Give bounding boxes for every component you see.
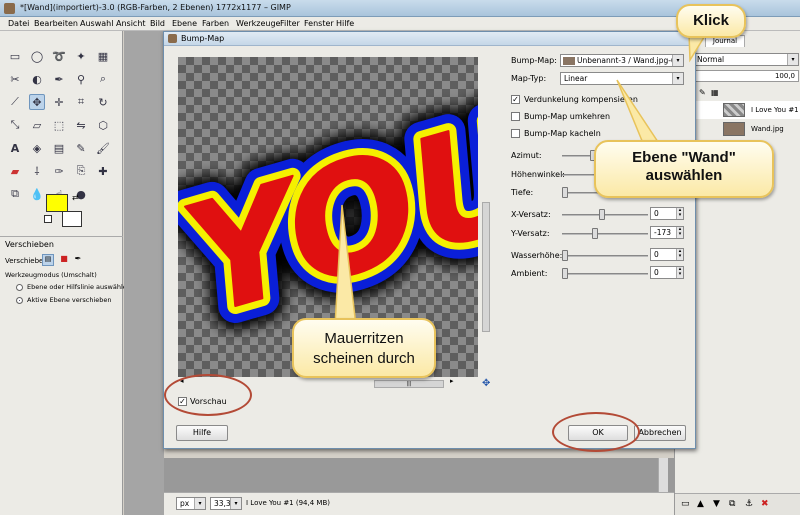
ok-highlight-ring — [552, 412, 640, 452]
ebene-callout-pointer — [616, 79, 664, 149]
mauer-callout-line1: Mauerritzen — [324, 330, 404, 347]
ebene-callout-line1: Ebene "Wand" — [632, 149, 736, 166]
preview-highlight-ring — [164, 374, 252, 416]
mauer-callout-pointer — [334, 204, 357, 327]
gimp-window: *[Wand](importiert)-3.0 (RGB-Farben, 2 E… — [0, 0, 800, 515]
mauer-callout: Mauerritzen scheinen durch — [292, 318, 436, 378]
annotation-pointers — [334, 33, 708, 327]
ebene-callout: Ebene "Wand" auswählen — [594, 140, 774, 198]
klick-callout: Klick — [676, 4, 746, 38]
mauer-callout-line2: scheinen durch — [313, 350, 415, 367]
ebene-callout-line2: auswählen — [645, 167, 723, 184]
